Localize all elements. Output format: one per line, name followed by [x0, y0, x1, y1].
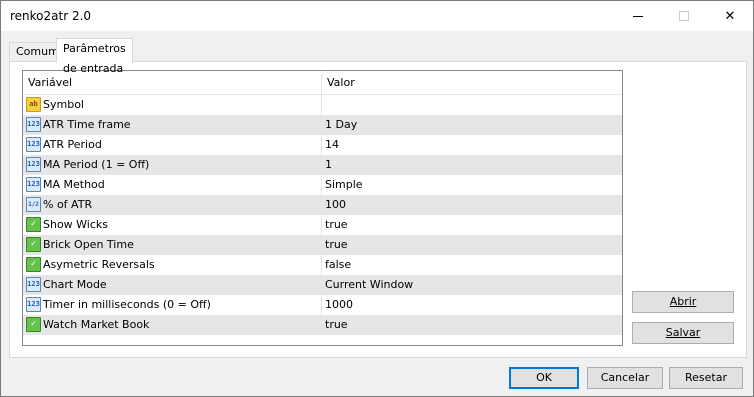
parameter-name-cell[interactable]: 123 MA Period (1 = Off) — [23, 155, 321, 175]
boolean-type-icon: ✓ — [26, 257, 41, 272]
parameter-name: Symbol — [43, 98, 84, 111]
parameter-name: Asymetric Reversals — [43, 258, 155, 271]
parameter-name: Show Wicks — [43, 218, 109, 231]
integer-type-icon: 123 — [26, 137, 41, 152]
parameter-value-cell[interactable]: 1 — [321, 155, 622, 175]
close-button[interactable]: ✕ — [707, 1, 753, 31]
load-button-label: Abrir — [669, 295, 697, 308]
string-type-icon: ab — [26, 97, 41, 112]
parameter-name: Timer in milliseconds (0 = Off) — [43, 298, 211, 311]
parameter-name-cell[interactable]: ✓ Brick Open Time — [23, 235, 321, 255]
minimize-icon — [633, 15, 643, 17]
parameter-name: Chart Mode — [43, 278, 107, 291]
boolean-type-icon: ✓ — [26, 317, 41, 332]
parameter-name-cell[interactable]: ✓ Asymetric Reversals — [23, 255, 321, 275]
parameter-name-cell[interactable]: 123 ATR Time frame — [23, 115, 321, 135]
parameter-value-cell[interactable]: 1000 — [321, 295, 622, 315]
parameter-name: MA Method — [43, 178, 105, 191]
parameter-name-cell[interactable]: ✓ Show Wicks — [23, 215, 321, 235]
parameter-name: ATR Time frame — [43, 118, 131, 131]
cancel-button[interactable]: Cancelar — [587, 367, 663, 389]
boolean-type-icon: ✓ — [26, 217, 41, 232]
save-button-label: Salvar — [665, 326, 701, 339]
table-row[interactable]: ✓ Show Wicks true — [23, 215, 622, 235]
parameter-name-cell[interactable]: ✓ Watch Market Book — [23, 315, 321, 335]
title-bar: renko2atr 2.0 ✕ — [1, 1, 753, 31]
maximize-button[interactable] — [661, 1, 707, 31]
table-row[interactable]: ab Symbol — [23, 95, 622, 115]
table-row[interactable]: 123 Chart Mode Current Window — [23, 275, 622, 295]
load-button[interactable]: Abrir — [632, 291, 734, 313]
ok-button[interactable]: OK — [509, 367, 579, 389]
integer-type-icon: 123 — [26, 277, 41, 292]
table-row[interactable]: 123 Timer in milliseconds (0 = Off) 1000 — [23, 295, 622, 315]
parameter-name-cell[interactable]: 123 MA Method — [23, 175, 321, 195]
parameter-name: Brick Open Time — [43, 238, 134, 251]
close-icon: ✕ — [724, 8, 736, 24]
parameter-name: ATR Period — [43, 138, 102, 151]
column-header-value[interactable]: Valor — [321, 71, 622, 95]
reset-button[interactable]: Resetar — [669, 367, 743, 389]
parameter-value-cell[interactable]: 14 — [321, 135, 622, 155]
tab-input-parameters[interactable]: Parâmetros de entrada — [56, 38, 133, 75]
parameter-name: Watch Market Book — [43, 318, 150, 331]
table-row[interactable]: 1/2% of ATR 100 — [23, 195, 622, 215]
integer-type-icon: 123 — [26, 157, 41, 172]
table-row[interactable]: 123 MA Period (1 = Off) 1 — [23, 155, 622, 175]
parameter-value-cell[interactable]: true — [321, 315, 622, 335]
parameter-value-cell[interactable]: 1 Day — [321, 115, 622, 135]
table-row[interactable]: ✓ Watch Market Book true — [23, 315, 622, 335]
dialog-window: renko2atr 2.0 ✕ Comum Parâmetros de entr… — [0, 0, 754, 397]
parameter-name-cell[interactable]: 1/2% of ATR — [23, 195, 321, 215]
parameter-name-cell[interactable]: 123 Timer in milliseconds (0 = Off) — [23, 295, 321, 315]
tab-panel: Variável Valor ab Symbol 123 ATR Time frame… — [9, 61, 747, 358]
parameter-name: MA Period (1 = Off) — [43, 158, 150, 171]
parameter-value-cell[interactable]: true — [321, 235, 622, 255]
grid-rows: ab Symbol 123 ATR Time frame 1 Day 123 ATR Per… — [23, 95, 622, 335]
double-type-icon: 1/2 — [26, 197, 41, 212]
window-title: renko2atr 2.0 — [10, 9, 92, 23]
parameter-name-cell[interactable]: ab Symbol — [23, 95, 321, 115]
table-row[interactable]: 123 ATR Period 14 — [23, 135, 622, 155]
save-button[interactable]: Salvar — [632, 322, 734, 344]
parameter-value-cell[interactable]: 100 — [321, 195, 622, 215]
parameters-grid: Variável Valor ab Symbol 123 ATR Time frame… — [22, 70, 623, 346]
table-row[interactable]: ✓ Asymetric Reversals false — [23, 255, 622, 275]
parameter-value-cell[interactable]: Current Window — [321, 275, 622, 295]
parameter-name-cell[interactable]: 123 Chart Mode — [23, 275, 321, 295]
parameter-value-cell[interactable]: false — [321, 255, 622, 275]
table-row[interactable]: 123 MA Method Simple — [23, 175, 622, 195]
minimize-button[interactable] — [615, 1, 661, 31]
parameter-value-cell[interactable] — [321, 95, 622, 115]
maximize-icon — [679, 11, 689, 21]
parameter-value-cell[interactable]: true — [321, 215, 622, 235]
integer-type-icon: 123 — [26, 297, 41, 312]
integer-type-icon: 123 — [26, 117, 41, 132]
parameter-value-cell[interactable]: Simple — [321, 175, 622, 195]
table-row[interactable]: 123 ATR Time frame 1 Day — [23, 115, 622, 135]
parameter-name-cell[interactable]: 123 ATR Period — [23, 135, 321, 155]
table-row[interactable]: ✓ Brick Open Time true — [23, 235, 622, 255]
parameter-name: % of ATR — [43, 198, 93, 211]
integer-type-icon: 123 — [26, 177, 41, 192]
boolean-type-icon: ✓ — [26, 237, 41, 252]
